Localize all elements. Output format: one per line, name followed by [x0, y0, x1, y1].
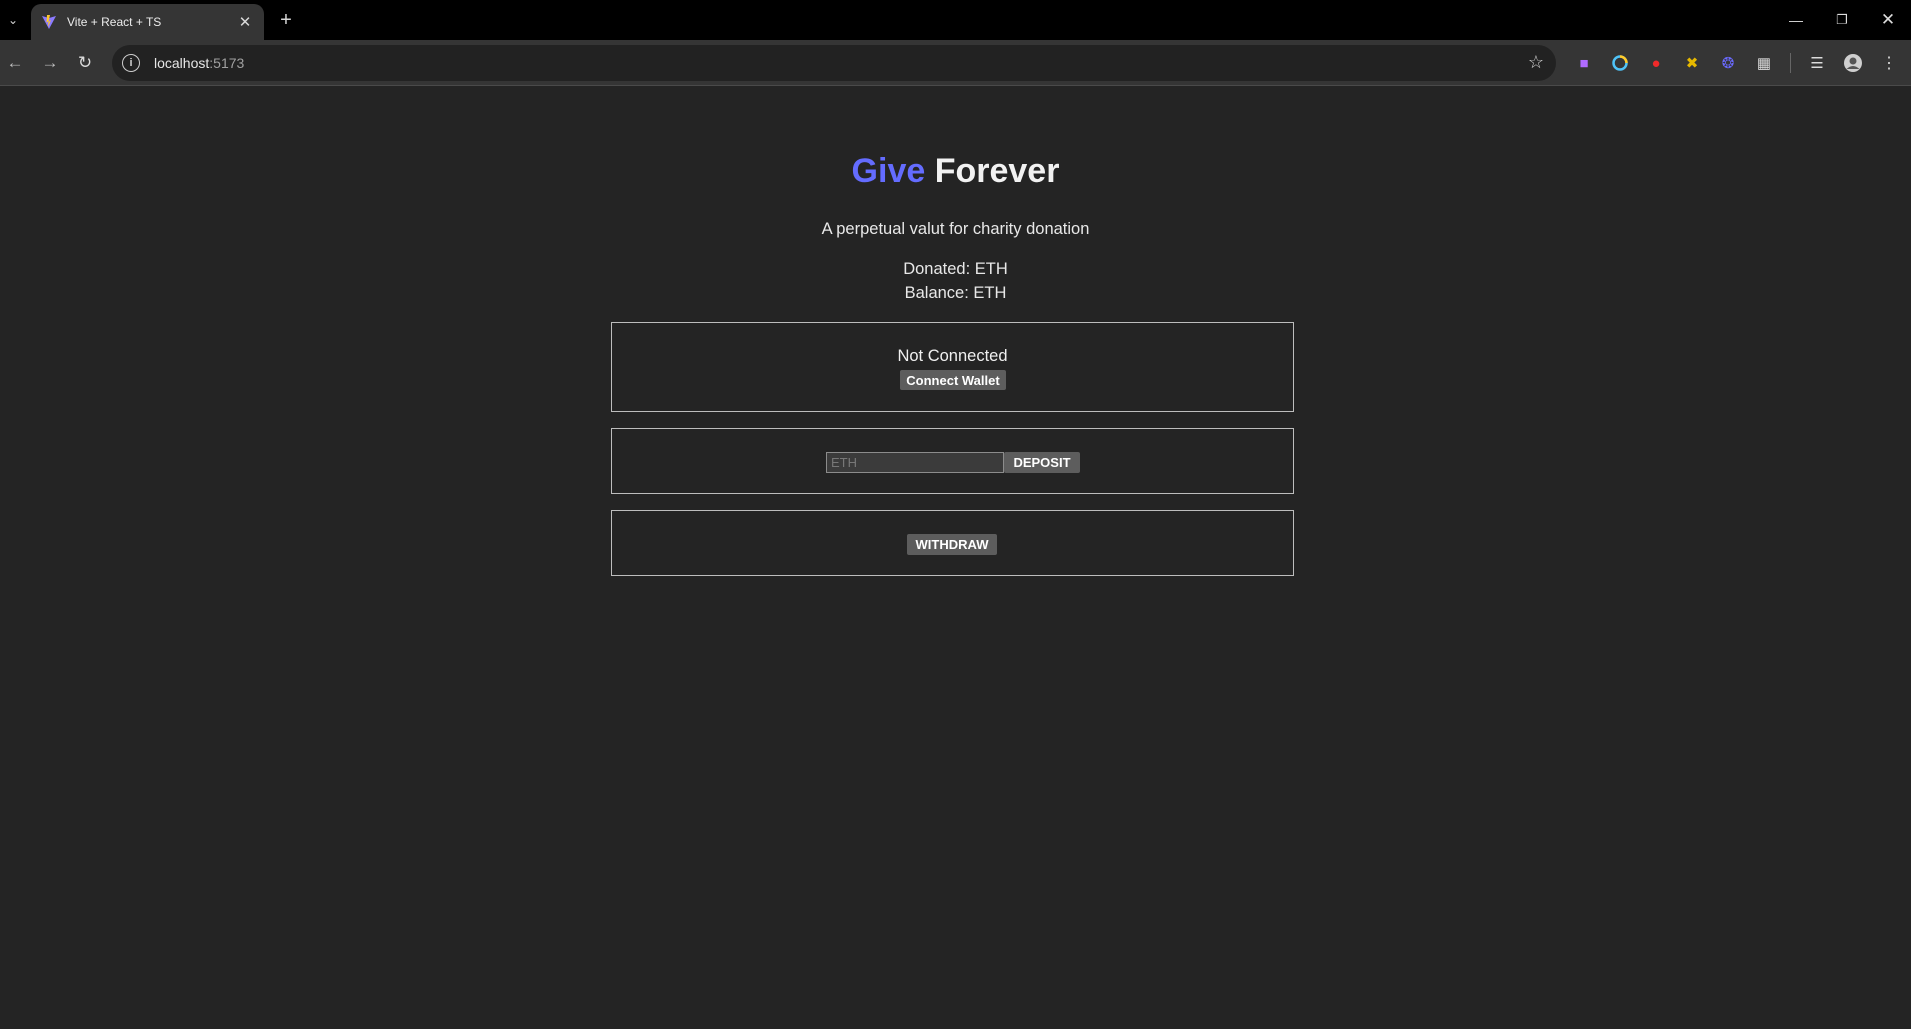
donated-stat: Donated: ETH — [903, 260, 1008, 278]
balance-stat: Balance: ETH — [904, 284, 1007, 302]
minimize-icon[interactable]: — — [1777, 0, 1815, 40]
tab-title: Vite + React + TS — [67, 15, 162, 29]
kebab-menu-icon[interactable]: ⋮ — [1878, 52, 1900, 74]
extensions-puzzle-icon[interactable]: ▦ — [1753, 52, 1775, 74]
browser-tab-strip: ⌄ Vite + React + TS ✕ + — ❐ ✕ — [0, 0, 1911, 40]
back-arrow-icon[interactable]: ← — [2, 50, 28, 76]
forward-arrow-icon[interactable]: → — [37, 50, 63, 76]
page-title: Give Forever — [0, 152, 1911, 191]
media-control-icon[interactable]: ☰ — [1806, 52, 1828, 74]
vite-logo-icon — [42, 15, 56, 29]
deposit-card: DEPOSIT — [611, 428, 1294, 494]
extension-1-icon[interactable]: ■ — [1573, 52, 1595, 74]
window-close-icon[interactable]: ✕ — [1869, 0, 1907, 40]
browser-tab[interactable]: Vite + React + TS ✕ — [31, 4, 264, 40]
bookmark-star-icon[interactable]: ☆ — [1528, 52, 1544, 73]
profile-avatar-icon[interactable] — [1842, 52, 1864, 74]
address-bar[interactable]: i localhost:5173 ☆ — [112, 45, 1556, 81]
reload-icon[interactable]: ↻ — [72, 50, 98, 76]
new-tab-plus-icon[interactable]: + — [274, 8, 298, 32]
subtitle: A perpetual valut for charity donation — [821, 220, 1090, 238]
extension-5-icon[interactable]: ❂ — [1717, 52, 1739, 74]
site-info-icon[interactable]: i — [122, 54, 140, 72]
restore-icon[interactable]: ❐ — [1823, 0, 1861, 40]
connect-wallet-button[interactable]: Connect Wallet — [900, 370, 1006, 390]
toolbar-divider — [1790, 53, 1791, 73]
wallet-card: Not Connected Connect Wallet — [611, 322, 1294, 412]
deposit-amount-input[interactable] — [826, 452, 1004, 473]
browser-toolbar: ← → ↻ i localhost:5173 ☆ ■ ● ✖ ❂ ▦ ☰ ⋮ — [0, 40, 1911, 86]
title-accent: Give — [851, 152, 926, 190]
page-content: Give Forever A perpetual valut for chari… — [0, 87, 1911, 1029]
withdraw-card: WITHDRAW — [611, 510, 1294, 576]
tab-close-icon[interactable]: ✕ — [236, 13, 254, 31]
deposit-button[interactable]: DEPOSIT — [1004, 452, 1080, 473]
address-host: localhost — [154, 55, 210, 71]
title-rest: Forever — [934, 152, 1060, 190]
address-port: :5173 — [209, 55, 245, 71]
address-url: localhost:5173 — [154, 55, 244, 71]
extension-2-icon[interactable] — [1609, 52, 1631, 74]
extension-4-icon[interactable]: ✖ — [1681, 52, 1703, 74]
tab-list-chevron-down-icon[interactable]: ⌄ — [2, 9, 24, 31]
extension-3-icon[interactable]: ● — [1645, 52, 1667, 74]
withdraw-button[interactable]: WITHDRAW — [907, 534, 997, 555]
connection-status: Not Connected — [897, 347, 1008, 365]
